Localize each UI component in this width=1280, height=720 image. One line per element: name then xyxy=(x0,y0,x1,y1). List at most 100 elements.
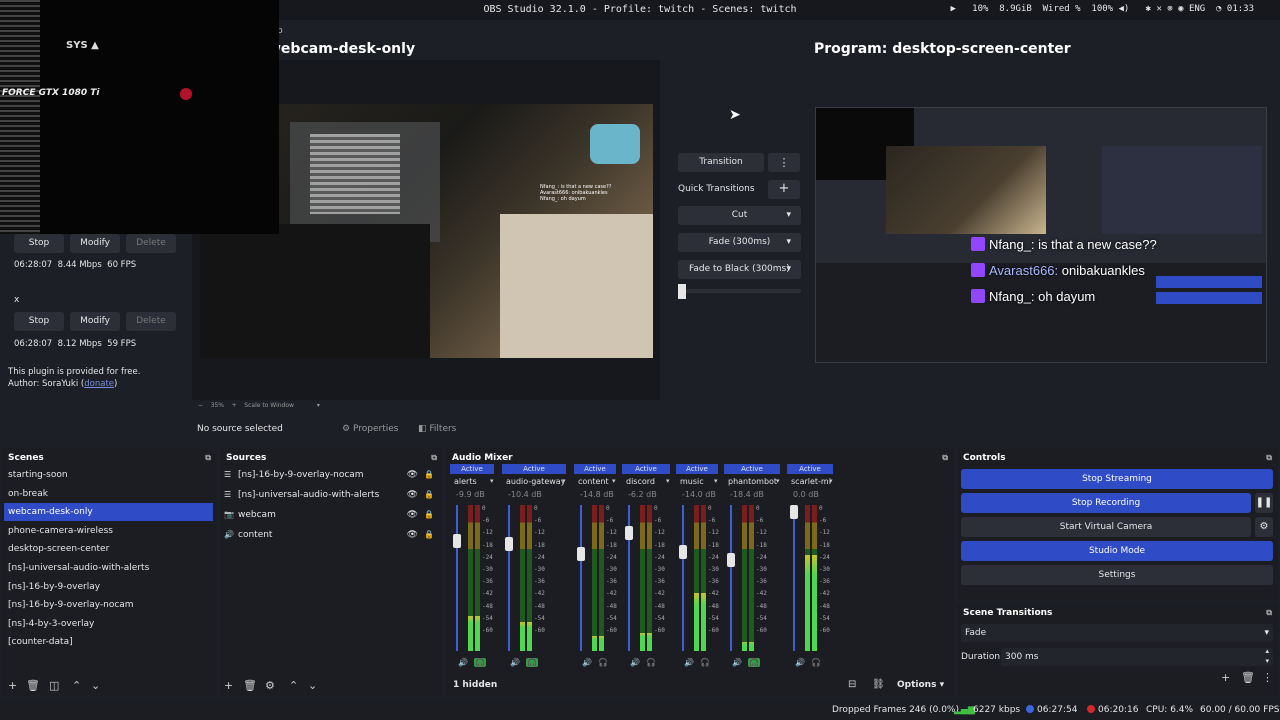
scene-item[interactable]: starting-soon xyxy=(4,466,213,484)
volume-fader[interactable] xyxy=(730,505,732,651)
add-quick-transition-button[interactable]: + xyxy=(768,180,800,199)
mute-speaker-icon[interactable]: 🔊 xyxy=(684,658,694,667)
fader-handle[interactable] xyxy=(505,536,513,551)
play-icon[interactable]: ▶ xyxy=(950,4,955,14)
stop-recording-button[interactable]: Stop Recording xyxy=(961,493,1251,513)
add-scene-button[interactable]: + xyxy=(8,679,17,692)
lock-icon[interactable]: 🔒 xyxy=(424,486,434,504)
scene-item[interactable]: [ns]-4-by-3-overlay xyxy=(4,615,213,633)
volume-fader[interactable] xyxy=(580,505,582,651)
mute-speaker-icon[interactable]: 🔊 xyxy=(582,658,592,667)
scene-item[interactable]: [ns]-16-by-9-overlay xyxy=(4,578,213,596)
delete-output-1-button[interactable]: Delete xyxy=(126,234,176,253)
source-item[interactable]: 🔊 content 👁 🔒 xyxy=(224,526,442,544)
mixer-link-button[interactable]: ⛓ xyxy=(872,679,885,690)
volume-fader[interactable] xyxy=(682,505,684,651)
monitor-headphones-icon[interactable]: 🎧 xyxy=(700,658,710,667)
fader-handle[interactable] xyxy=(625,526,633,541)
move-source-up-button[interactable]: ⌃ xyxy=(289,679,298,692)
scale-mode[interactable]: Scale to Window xyxy=(244,402,294,409)
undock-icon[interactable]: ⧉ xyxy=(431,453,437,463)
remove-transition-button[interactable]: 🗑 xyxy=(1241,671,1255,684)
channel-name[interactable]: phantombot xyxy=(728,477,778,486)
remove-source-button[interactable]: 🗑 xyxy=(243,679,257,692)
network-status[interactable]: Wired xyxy=(1043,4,1070,14)
source-properties-button[interactable]: ⚙ xyxy=(265,679,275,692)
undock-icon[interactable]: ⧉ xyxy=(205,453,211,463)
chevron-down-icon[interactable]: ▾ xyxy=(562,477,566,485)
monitor-headphones-icon[interactable]: 🎧 xyxy=(473,658,486,667)
filters-button[interactable]: ◧ Filters xyxy=(418,424,456,434)
monitor-headphones-icon[interactable]: 🎧 xyxy=(525,658,538,667)
spinner-icon[interactable]: ▴ ▾ xyxy=(1265,646,1269,666)
properties-button[interactable]: ⚙ Properties xyxy=(342,424,398,434)
chevron-down-icon[interactable]: ▾ xyxy=(776,477,780,485)
stop-output-2-button[interactable]: Stop xyxy=(14,312,64,331)
scene-filters-button[interactable]: ◫ xyxy=(49,679,59,692)
lock-icon[interactable]: 🔒 xyxy=(424,466,434,484)
channel-name[interactable]: alerts xyxy=(454,477,492,486)
channel-name[interactable]: audio-gateway-o xyxy=(506,477,564,486)
donate-link[interactable]: donate xyxy=(84,379,114,389)
transition-button[interactable]: Transition xyxy=(678,153,764,172)
source-item[interactable]: ☰ [ns]-16-by-9-overlay-nocam 👁 🔒 xyxy=(224,466,442,484)
volume-fader[interactable] xyxy=(456,505,458,651)
volume-fader[interactable] xyxy=(793,505,795,651)
chevron-down-icon[interactable]: ▾ xyxy=(714,477,718,485)
lock-icon[interactable]: 🔒 xyxy=(424,506,434,524)
mute-speaker-icon[interactable]: 🔊 xyxy=(458,658,468,667)
monitor-headphones-icon[interactable]: 🎧 xyxy=(646,658,656,667)
pause-recording-button[interactable]: ❚❚ xyxy=(1255,493,1273,513)
scene-item[interactable]: [ns]-16-by-9-overlay-nocam xyxy=(4,596,213,614)
visibility-eye-icon[interactable]: 👁 xyxy=(407,506,418,524)
fader-handle[interactable] xyxy=(679,544,687,559)
chevron-down-icon[interactable]: ▾ xyxy=(666,477,670,485)
visibility-eye-icon[interactable]: 👁 xyxy=(407,466,418,484)
keyboard-layout[interactable]: ENG xyxy=(1189,4,1205,14)
mute-speaker-icon[interactable]: 🔊 xyxy=(732,658,742,667)
mixer-options-button[interactable]: Options ▾ xyxy=(897,680,944,690)
fader-handle[interactable] xyxy=(577,547,585,562)
move-source-down-button[interactable]: ⌄ xyxy=(308,679,317,692)
start-virtual-camera-button[interactable]: Start Virtual Camera xyxy=(961,517,1251,537)
mute-speaker-icon[interactable]: 🔊 xyxy=(510,658,520,667)
delete-output-2-button[interactable]: Delete xyxy=(126,312,176,331)
stop-output-1-button[interactable]: Stop xyxy=(14,234,64,253)
scene-item[interactable]: [ns]-universal-audio-with-alerts xyxy=(4,559,213,577)
settings-button[interactable]: Settings xyxy=(961,565,1273,585)
undock-icon[interactable]: ⧉ xyxy=(1266,608,1272,618)
monitor-headphones-icon[interactable]: 🎧 xyxy=(598,658,608,667)
transition-menu-button[interactable]: ⋮ xyxy=(1262,671,1273,684)
channel-name[interactable]: content xyxy=(578,477,614,486)
transition-menu-button[interactable]: ⋮ xyxy=(768,153,800,172)
scene-item[interactable]: phone-camera-wireless xyxy=(4,522,213,540)
monitor-headphones-icon[interactable]: 🎧 xyxy=(747,658,760,667)
undock-icon[interactable]: ⧉ xyxy=(1266,453,1272,463)
chevron-down-icon[interactable]: ▾ xyxy=(490,477,494,485)
modify-output-2-button[interactable]: Modify xyxy=(70,312,120,331)
mute-speaker-icon[interactable]: 🔊 xyxy=(630,658,640,667)
chevron-down-icon[interactable]: ▾ xyxy=(829,477,833,485)
hidden-channels-count[interactable]: 1 hidden xyxy=(453,680,497,690)
lock-icon[interactable]: 🔒 xyxy=(424,526,434,544)
visibility-eye-icon[interactable]: 👁 xyxy=(407,486,418,504)
add-source-button[interactable]: + xyxy=(224,679,233,692)
undock-icon[interactable]: ⧉ xyxy=(942,453,948,463)
source-item[interactable]: 📷 webcam 👁 🔒 xyxy=(224,506,442,524)
quick-transition-cut[interactable]: Cut ▾ xyxy=(678,206,801,225)
fader-handle[interactable] xyxy=(727,552,735,567)
scene-item[interactable]: webcam-desk-only xyxy=(4,503,213,522)
mixer-layout-button[interactable]: ⊟ xyxy=(848,679,856,690)
scene-item[interactable]: [counter-data] xyxy=(4,633,213,651)
virtual-camera-settings-button[interactable]: ⚙ xyxy=(1255,517,1273,537)
remove-scene-button[interactable]: 🗑 xyxy=(26,679,40,692)
move-scene-down-button[interactable]: ⌄ xyxy=(91,679,100,692)
source-item[interactable]: ☰ [ns]-universal-audio-with-alerts 👁 🔒 xyxy=(224,486,442,504)
tbar-handle[interactable] xyxy=(678,284,686,299)
monitor-headphones-icon[interactable]: 🎧 xyxy=(811,658,821,667)
stop-streaming-button[interactable]: Stop Streaming xyxy=(961,469,1273,489)
duration-input[interactable]: 300 ms ▴ ▾ xyxy=(1001,646,1273,666)
transition-type-select[interactable]: Fade ▾ xyxy=(961,624,1273,642)
quick-transition-fade-to-black[interactable]: Fade to Black (300ms) ▾ xyxy=(678,260,801,279)
scene-item[interactable]: desktop-screen-center xyxy=(4,540,213,558)
